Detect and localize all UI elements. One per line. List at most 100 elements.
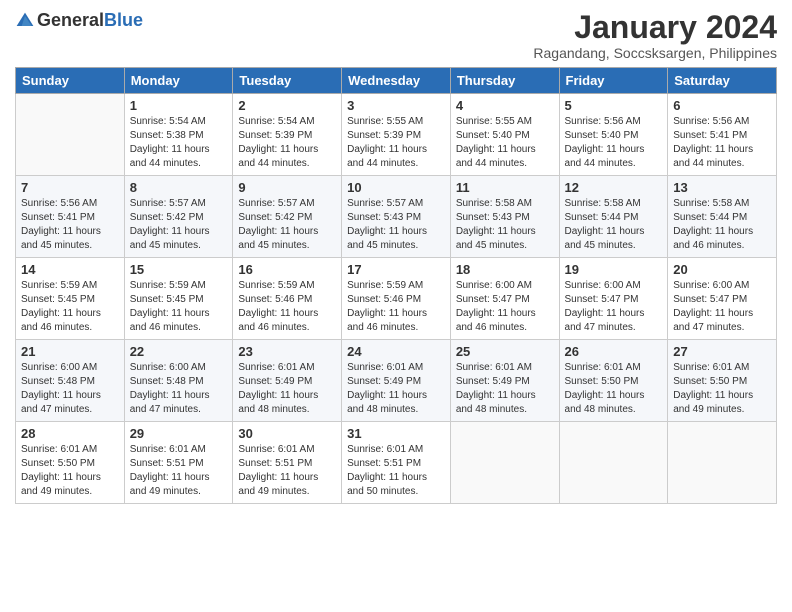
day-number: 27 [673, 344, 771, 359]
day-info: Sunrise: 6:01 AMSunset: 5:50 PMDaylight:… [565, 361, 663, 417]
calendar-week-row: 7Sunrise: 5:56 AMSunset: 5:41 PMDaylight… [16, 176, 777, 258]
day-info: Sunrise: 5:58 AMSunset: 5:44 PMDaylight:… [673, 197, 771, 253]
calendar-cell: 12 Sunrise: 5:58 AMSunset: 5:44 PMDayligh… [559, 176, 668, 258]
day-number: 16 [238, 262, 336, 277]
day-info: Sunrise: 6:01 AMSunset: 5:51 PMDaylight:… [238, 443, 336, 499]
day-number: 18 [456, 262, 554, 277]
calendar-cell: 15Sunrise: 5:59 AMSunset: 5:45 PMDayligh… [124, 258, 233, 340]
day-number: 15 [130, 262, 228, 277]
calendar-cell: 26 Sunrise: 6:01 AMSunset: 5:50 PMDayligh… [559, 340, 668, 422]
calendar-cell: 4 Sunrise: 5:55 AMSunset: 5:40 PMDaylight… [450, 94, 559, 176]
calendar-cell: 2 Sunrise: 5:54 AMSunset: 5:39 PMDaylight… [233, 94, 342, 176]
day-info: Sunrise: 5:58 AMSunset: 5:43 PMDaylight:… [456, 197, 554, 253]
day-info: Sunrise: 6:01 AMSunset: 5:51 PMDaylight:… [347, 443, 445, 499]
calendar-cell: 14 Sunrise: 5:59 AMSunset: 5:45 PMDayligh… [16, 258, 125, 340]
col-friday: Friday [559, 68, 668, 94]
calendar-cell: 28 Sunrise: 6:01 AMSunset: 5:50 PMDayligh… [16, 422, 125, 504]
calendar-week-row: 14 Sunrise: 5:59 AMSunset: 5:45 PMDayligh… [16, 258, 777, 340]
calendar-cell: 13 Sunrise: 5:58 AMSunset: 5:44 PMDayligh… [668, 176, 777, 258]
calendar-cell: 8 Sunrise: 5:57 AMSunset: 5:42 PMDaylight… [124, 176, 233, 258]
day-info: Sunrise: 5:57 AMSunset: 5:42 PMDaylight:… [238, 197, 336, 253]
calendar-cell: 11 Sunrise: 5:58 AMSunset: 5:43 PMDayligh… [450, 176, 559, 258]
calendar-cell: 29Sunrise: 6:01 AMSunset: 5:51 PMDayligh… [124, 422, 233, 504]
day-number: 28 [21, 426, 119, 441]
calendar-cell: 21 Sunrise: 6:00 AMSunset: 5:48 PMDayligh… [16, 340, 125, 422]
day-number: 4 [456, 98, 554, 113]
day-info: Sunrise: 5:55 AMSunset: 5:40 PMDaylight:… [456, 115, 554, 171]
day-number: 14 [21, 262, 119, 277]
day-number: 12 [565, 180, 663, 195]
calendar-cell: 10Sunrise: 5:57 AMSunset: 5:43 PMDayligh… [342, 176, 451, 258]
day-info: Sunrise: 6:00 AMSunset: 5:47 PMDaylight:… [673, 279, 771, 335]
day-number: 22 [130, 344, 228, 359]
calendar-cell: 1 Sunrise: 5:54 AMSunset: 5:38 PMDaylight… [124, 94, 233, 176]
day-info: Sunrise: 6:01 AMSunset: 5:50 PMDaylight:… [673, 361, 771, 417]
day-info: Sunrise: 5:55 AMSunset: 5:39 PMDaylight:… [347, 115, 445, 171]
header-area: GeneralBlue January 2024 Ragandang, Socc… [15, 10, 777, 61]
calendar-week-row: 21 Sunrise: 6:00 AMSunset: 5:48 PMDayligh… [16, 340, 777, 422]
calendar-week-row: 28 Sunrise: 6:01 AMSunset: 5:50 PMDayligh… [16, 422, 777, 504]
day-info: Sunrise: 5:58 AMSunset: 5:44 PMDaylight:… [565, 197, 663, 253]
day-number: 21 [21, 344, 119, 359]
day-number: 9 [238, 180, 336, 195]
day-info: Sunrise: 5:57 AMSunset: 5:42 PMDaylight:… [130, 197, 228, 253]
day-number: 1 [130, 98, 228, 113]
logo: GeneralBlue [15, 10, 143, 31]
logo-icon [15, 11, 35, 31]
calendar-cell [16, 94, 125, 176]
calendar-table: Sunday Monday Tuesday Wednesday Thursday… [15, 67, 777, 504]
calendar-cell [450, 422, 559, 504]
day-number: 8 [130, 180, 228, 195]
day-number: 13 [673, 180, 771, 195]
month-title: January 2024 [533, 10, 777, 45]
title-area: January 2024 Ragandang, Soccsksargen, Ph… [533, 10, 777, 61]
day-info: Sunrise: 5:59 AMSunset: 5:46 PMDaylight:… [238, 279, 336, 335]
col-wednesday: Wednesday [342, 68, 451, 94]
day-info: Sunrise: 6:00 AMSunset: 5:47 PMDaylight:… [565, 279, 663, 335]
day-number: 31 [347, 426, 445, 441]
day-number: 2 [238, 98, 336, 113]
header-row: Sunday Monday Tuesday Wednesday Thursday… [16, 68, 777, 94]
day-info: Sunrise: 6:01 AMSunset: 5:49 PMDaylight:… [347, 361, 445, 417]
calendar-body: 1 Sunrise: 5:54 AMSunset: 5:38 PMDaylight… [16, 94, 777, 504]
day-number: 3 [347, 98, 445, 113]
calendar-cell: 9 Sunrise: 5:57 AMSunset: 5:42 PMDaylight… [233, 176, 342, 258]
col-monday: Monday [124, 68, 233, 94]
calendar-cell: 25Sunrise: 6:01 AMSunset: 5:49 PMDayligh… [450, 340, 559, 422]
calendar-cell: 19Sunrise: 6:00 AMSunset: 5:47 PMDayligh… [559, 258, 668, 340]
day-info: Sunrise: 6:00 AMSunset: 5:48 PMDaylight:… [130, 361, 228, 417]
calendar-cell: 24 Sunrise: 6:01 AMSunset: 5:49 PMDayligh… [342, 340, 451, 422]
day-info: Sunrise: 6:00 AMSunset: 5:48 PMDaylight:… [21, 361, 119, 417]
logo-general: General [37, 10, 104, 30]
day-number: 7 [21, 180, 119, 195]
logo-blue: Blue [104, 10, 143, 30]
day-info: Sunrise: 5:56 AMSunset: 5:40 PMDaylight:… [565, 115, 663, 171]
calendar-cell: 18 Sunrise: 6:00 AMSunset: 5:47 PMDayligh… [450, 258, 559, 340]
calendar-cell: 7Sunrise: 5:56 AMSunset: 5:41 PMDaylight… [16, 176, 125, 258]
calendar-cell: 22 Sunrise: 6:00 AMSunset: 5:48 PMDayligh… [124, 340, 233, 422]
calendar-cell: 3 Sunrise: 5:55 AMSunset: 5:39 PMDaylight… [342, 94, 451, 176]
day-number: 30 [238, 426, 336, 441]
day-info: Sunrise: 6:00 AMSunset: 5:47 PMDaylight:… [456, 279, 554, 335]
day-number: 24 [347, 344, 445, 359]
day-info: Sunrise: 5:54 AMSunset: 5:38 PMDaylight:… [130, 115, 228, 171]
day-number: 11 [456, 180, 554, 195]
day-info: Sunrise: 5:54 AMSunset: 5:39 PMDaylight:… [238, 115, 336, 171]
calendar-cell: 30 Sunrise: 6:01 AMSunset: 5:51 PMDayligh… [233, 422, 342, 504]
day-number: 10 [347, 180, 445, 195]
day-info: Sunrise: 5:56 AMSunset: 5:41 PMDaylight:… [673, 115, 771, 171]
calendar-cell [668, 422, 777, 504]
location-title: Ragandang, Soccsksargen, Philippines [533, 45, 777, 61]
calendar-cell: 5Sunrise: 5:56 AMSunset: 5:40 PMDaylight… [559, 94, 668, 176]
day-info: Sunrise: 5:59 AMSunset: 5:46 PMDaylight:… [347, 279, 445, 335]
day-info: Sunrise: 6:01 AMSunset: 5:49 PMDaylight:… [238, 361, 336, 417]
calendar-cell: 27 Sunrise: 6:01 AMSunset: 5:50 PMDayligh… [668, 340, 777, 422]
day-info: Sunrise: 6:01 AMSunset: 5:50 PMDaylight:… [21, 443, 119, 499]
calendar-cell: 17Sunrise: 5:59 AMSunset: 5:46 PMDayligh… [342, 258, 451, 340]
day-info: Sunrise: 5:59 AMSunset: 5:45 PMDaylight:… [21, 279, 119, 335]
calendar-cell: 20Sunrise: 6:00 AMSunset: 5:47 PMDayligh… [668, 258, 777, 340]
day-number: 26 [565, 344, 663, 359]
calendar-cell: 31 Sunrise: 6:01 AMSunset: 5:51 PMDayligh… [342, 422, 451, 504]
calendar-cell: 23Sunrise: 6:01 AMSunset: 5:49 PMDayligh… [233, 340, 342, 422]
calendar-cell: 6Sunrise: 5:56 AMSunset: 5:41 PMDaylight… [668, 94, 777, 176]
